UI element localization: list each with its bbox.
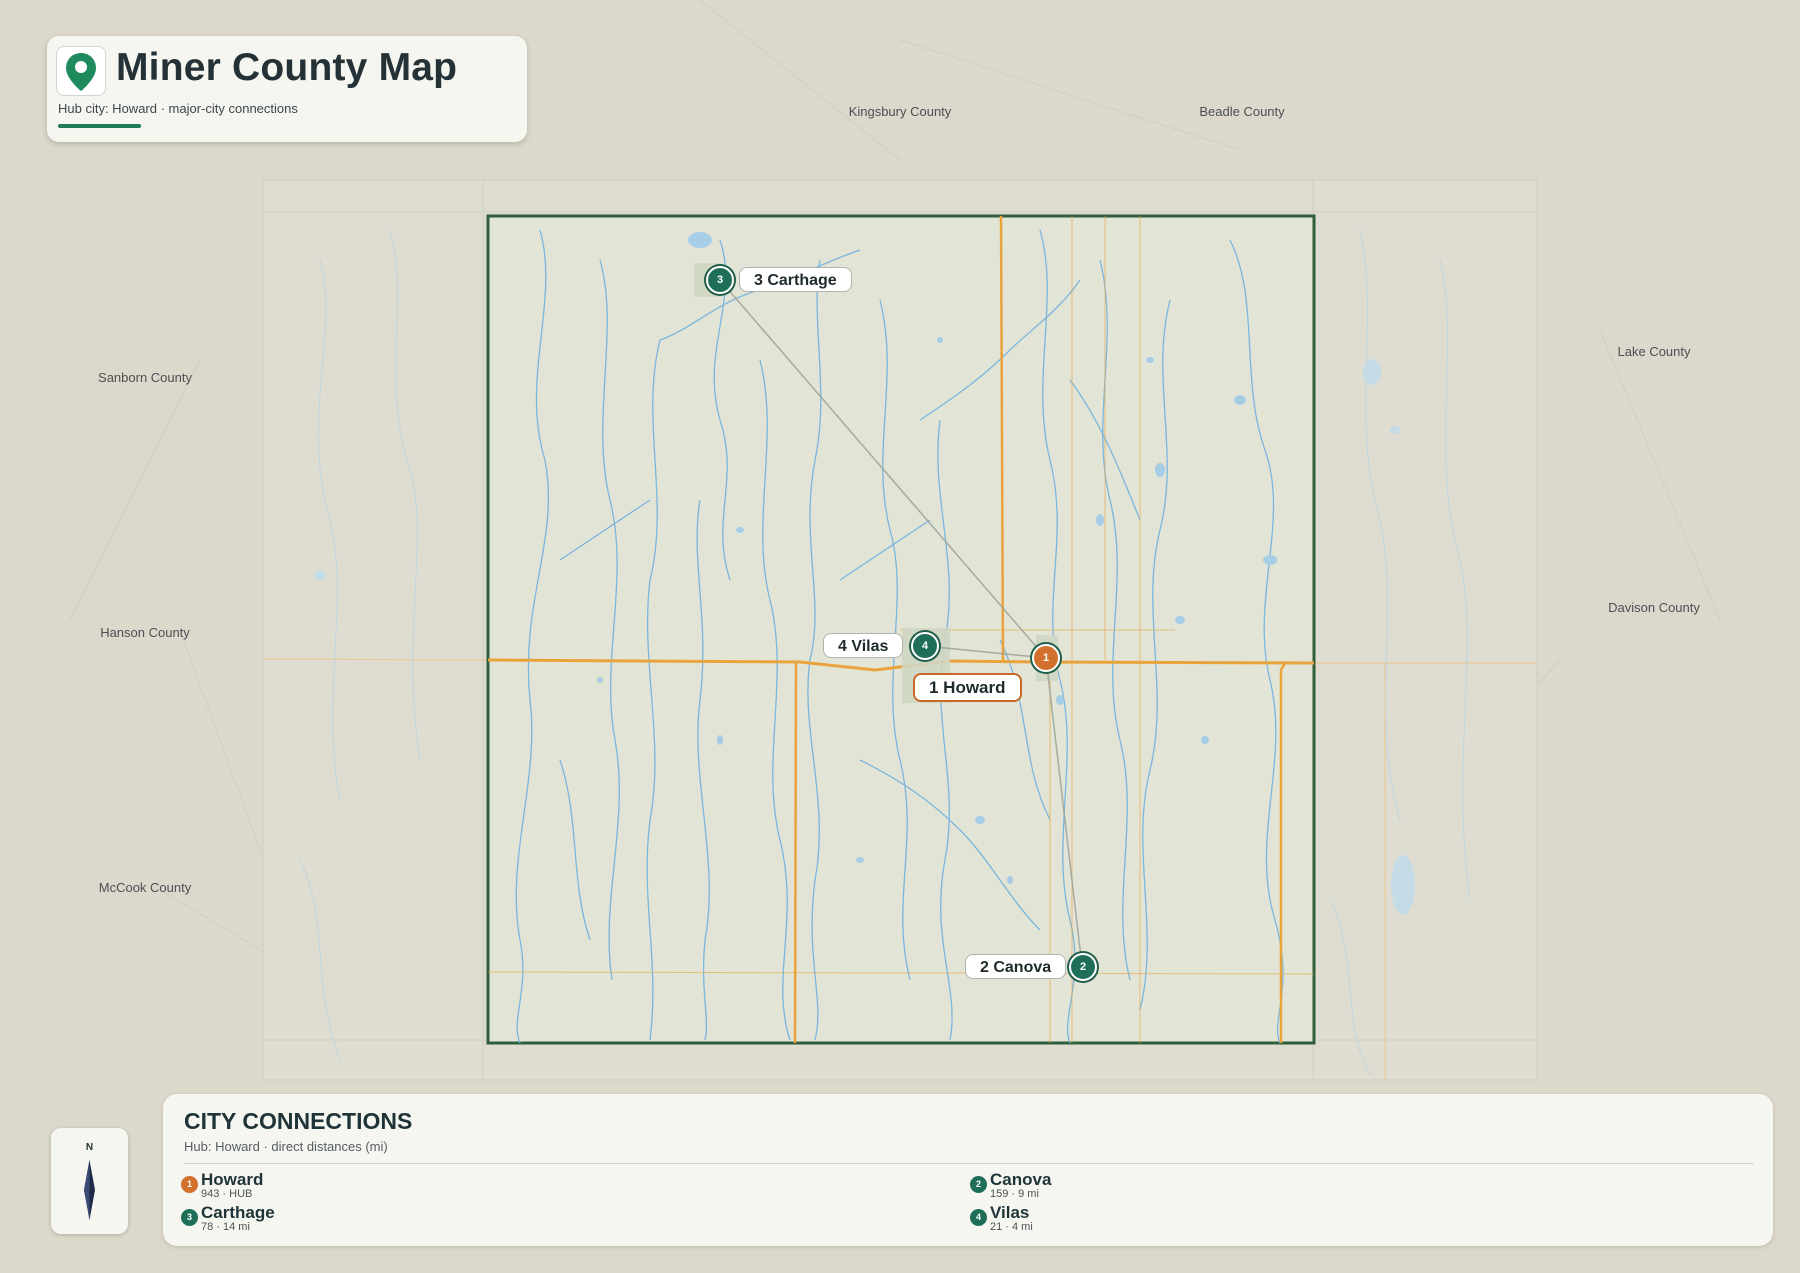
legend-badge: 4 [970, 1209, 987, 1226]
city-label-canova[interactable]: 2 Canova [965, 954, 1067, 979]
legend-city-meta: 21 · 4 mi [990, 1221, 1033, 1233]
county-label-davison: Davison County [1608, 600, 1700, 615]
legend-city-meta: 159 · 9 mi [990, 1188, 1039, 1200]
city-marker-canova[interactable]: 2 [1069, 953, 1097, 981]
county-label-hanson: Hanson County [100, 625, 190, 640]
city-connections-panel: CITY CONNECTIONS Hub: Howard · direct di… [163, 1094, 1773, 1246]
county-label-beadle: Beadle County [1199, 104, 1285, 119]
legend-city-name: Canova [990, 1170, 1052, 1189]
title-card: Miner County Map Hub city: Howard · majo… [47, 36, 527, 142]
city-label-vilas[interactable]: 4 Vilas [823, 633, 904, 658]
city-label-howard[interactable]: 1 Howard [913, 673, 1022, 702]
north-arrow-icon [84, 1160, 95, 1220]
county-label-sanborn: Sanborn County [98, 370, 192, 385]
city-label-carthage[interactable]: 3 Carthage [739, 267, 852, 292]
title-accent-bar [58, 124, 141, 128]
city-marker-carthage[interactable]: 3 [706, 266, 734, 294]
county-label-mccook: McCook County [98, 880, 192, 895]
legend-city-name: Carthage [201, 1203, 275, 1222]
compass: N [51, 1128, 128, 1234]
county-label-kingsbury: Kingsbury County [848, 104, 952, 119]
legend-city-meta: 943 · HUB [201, 1188, 253, 1200]
legend-city-name: Vilas [990, 1203, 1030, 1222]
legend-badge: 2 [970, 1176, 987, 1193]
city-marker-vilas[interactable]: 4 [911, 632, 939, 660]
city-marker-howard[interactable]: 1 [1032, 644, 1060, 672]
legend-city-meta: 78 · 14 mi [201, 1221, 250, 1233]
legend-subtitle: Hub: Howard · direct distances (mi) [184, 1139, 388, 1154]
legend-divider [184, 1163, 1754, 1164]
map-pin-icon [56, 46, 106, 96]
legend-badge: 1 [181, 1176, 198, 1193]
legend-badge: 3 [181, 1209, 198, 1226]
county-label-lake: Lake County [1617, 344, 1691, 359]
legend-title: CITY CONNECTIONS [184, 1108, 413, 1134]
page-title: Miner County Map [116, 46, 458, 89]
legend-city-name: Howard [201, 1170, 264, 1189]
page-subtitle: Hub city: Howard · major-city connection… [58, 101, 298, 116]
